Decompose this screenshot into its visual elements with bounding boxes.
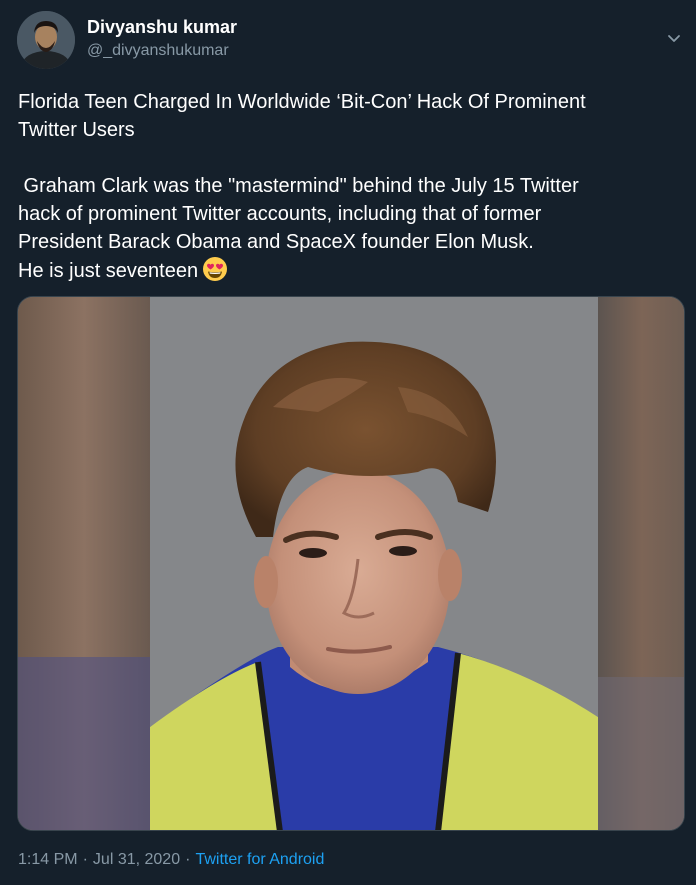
headline-line: Florida Teen Charged In Worldwide ‘Bit-C…: [18, 91, 586, 113]
tweet-date[interactable]: Jul 31, 2020: [93, 851, 180, 868]
tweet-photo[interactable]: [17, 296, 685, 831]
body-line: President Barack Obama and SpaceX founde…: [18, 231, 534, 253]
tweet-card: Divyanshu kumar @_divyanshukumar Florida…: [0, 0, 696, 885]
body-line: hack of prominent Twitter accounts, incl…: [18, 203, 542, 225]
headline-line: Twitter Users: [18, 119, 135, 141]
author-avatar[interactable]: [17, 11, 75, 69]
body-line-with-emoji: He is just seventeen: [18, 256, 680, 285]
tweet-source-link[interactable]: Twitter for Android: [195, 851, 324, 868]
author-display-name[interactable]: Divyanshu kumar: [87, 17, 237, 38]
tweet-time[interactable]: 1:14 PM: [18, 851, 78, 868]
meta-separator: ·: [82, 851, 88, 868]
body-line: Graham Clark was the "mastermind" behind…: [18, 175, 579, 197]
meta-separator: ·: [185, 851, 191, 868]
tweet-meta: 1:14 PM · Jul 31, 2020 · Twitter for Android: [18, 851, 324, 869]
heart-eyes-emoji-icon: [202, 256, 228, 282]
chevron-down-icon[interactable]: [666, 30, 682, 46]
body-line: He is just seventeen: [18, 260, 199, 282]
mugshot-photo-icon: [18, 297, 684, 830]
author-handle[interactable]: @_divyanshukumar: [87, 42, 229, 60]
user-avatar-icon: [17, 11, 75, 69]
tweet-text: Florida Teen Charged In Worldwide ‘Bit-C…: [18, 88, 680, 285]
